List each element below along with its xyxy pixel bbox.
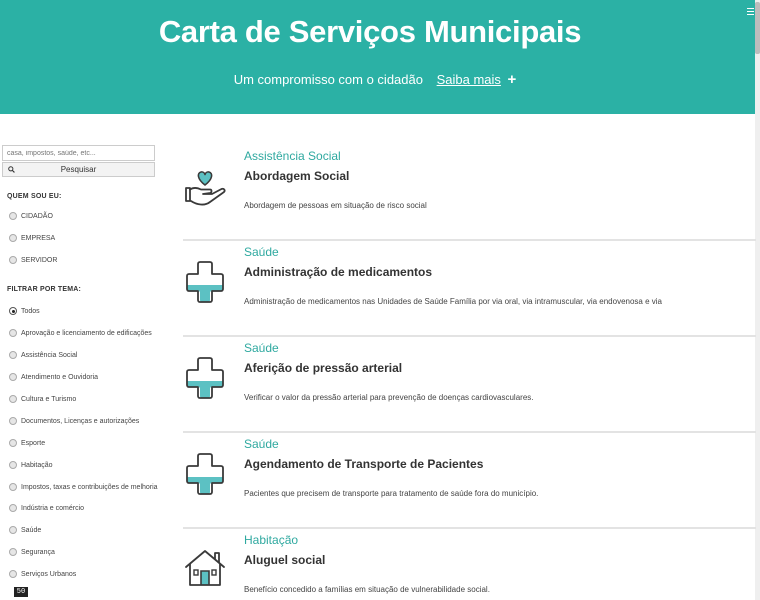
- radio-label: Documentos, Licenças e autorizações: [21, 417, 140, 425]
- health-cross-icon: [186, 453, 224, 495]
- radio-label: Atendimento e Ouvidoria: [21, 373, 99, 381]
- service-category[interactable]: Saúde: [244, 341, 279, 355]
- scrollbar-thumb[interactable]: [755, 2, 760, 54]
- radio-label: Saúde: [21, 526, 42, 534]
- house-icon: [185, 550, 225, 586]
- header-subtitle: Um compromisso com o cidadão: [233, 72, 423, 87]
- saiba-mais-link[interactable]: Saiba mais: [437, 72, 501, 87]
- radio-button[interactable]: [9, 256, 17, 264]
- search-icon: [8, 166, 15, 173]
- service-title[interactable]: Aferição de pressão arterial: [244, 361, 402, 375]
- service-description: Benefício concedido a famílias em situaç…: [244, 585, 490, 594]
- filter-option-todos[interactable]: Todos: [9, 305, 40, 317]
- filter-option-esporte[interactable]: Esporte: [9, 437, 45, 449]
- search-input[interactable]: [2, 145, 155, 161]
- radio-button[interactable]: [9, 504, 17, 512]
- radio-button[interactable]: [9, 351, 17, 359]
- filter-option-saude[interactable]: Saúde: [9, 524, 41, 536]
- radio-button[interactable]: [9, 234, 17, 242]
- who-option-empresa[interactable]: EMPRESA: [9, 232, 55, 244]
- service-description: Administração de medicamentos nas Unidad…: [244, 297, 662, 306]
- header-banner: Carta de Serviços Municipais Um compromi…: [0, 0, 760, 114]
- radio-button-selected[interactable]: [9, 307, 17, 315]
- filter-option-servicos-urbanos[interactable]: Serviços Urbanos: [9, 568, 76, 580]
- service-card[interactable]: Saúde Agendamento de Transporte de Pacie…: [183, 433, 756, 529]
- radio-button[interactable]: [9, 395, 17, 403]
- plus-icon[interactable]: +: [508, 71, 517, 88]
- filter-option-cultura[interactable]: Cultura e Turismo: [9, 393, 76, 405]
- service-description: Pacientes que precisem de transporte par…: [244, 489, 539, 498]
- radio-button[interactable]: [9, 461, 17, 469]
- filter-option-habitacao[interactable]: Habitação: [9, 459, 53, 471]
- radio-label: CIDADÃO: [21, 212, 53, 220]
- radio-label: Serviços Urbanos: [21, 570, 77, 578]
- results-counter: 50: [14, 587, 28, 597]
- who-option-cidadao[interactable]: CIDADÃO: [9, 210, 53, 222]
- radio-label: Aprovação e licenciamento de edificações: [21, 329, 152, 337]
- search-button-label: Pesquisar: [60, 165, 97, 174]
- service-description: Verificar o valor da pressão arterial pa…: [244, 393, 534, 402]
- radio-button[interactable]: [9, 439, 17, 447]
- service-category[interactable]: Saúde: [244, 245, 279, 259]
- service-category[interactable]: Habitação: [244, 533, 298, 547]
- filter-option-aprovacao[interactable]: Aprovação e licenciamento de edificações: [9, 327, 152, 339]
- radio-button[interactable]: [9, 526, 17, 534]
- search-button[interactable]: Pesquisar: [2, 162, 155, 177]
- radio-label: Cultura e Turismo: [21, 395, 77, 403]
- service-card[interactable]: Assistência Social Abordagem Social Abor…: [183, 145, 756, 241]
- radio-label: Impostos, taxas e contribuições de melho…: [21, 483, 158, 491]
- radio-button[interactable]: [9, 570, 17, 578]
- filter-option-industria[interactable]: Indústria e comércio: [9, 502, 84, 514]
- radio-label: Todos: [21, 307, 40, 315]
- radio-button[interactable]: [9, 548, 17, 556]
- radio-button[interactable]: [9, 417, 17, 425]
- radio-label: Habitação: [21, 461, 53, 469]
- health-cross-icon: [186, 261, 224, 303]
- radio-label: EMPRESA: [21, 234, 56, 242]
- service-title[interactable]: Agendamento de Transporte de Pacientes: [244, 457, 483, 471]
- service-category[interactable]: Assistência Social: [244, 149, 341, 163]
- radio-label: SERVIDOR: [21, 256, 58, 264]
- radio-button[interactable]: [9, 329, 17, 337]
- radio-label: Esporte: [21, 439, 46, 447]
- service-card[interactable]: Habitação Aluguel social Benefício conce…: [183, 529, 756, 600]
- health-cross-icon: [186, 357, 224, 399]
- radio-button[interactable]: [9, 373, 17, 381]
- service-category[interactable]: Saúde: [244, 437, 279, 451]
- menu-icon[interactable]: [747, 8, 754, 17]
- page-title: Carta de Serviços Municipais: [158, 14, 582, 49]
- service-description: Abordagem de pessoas em situação de risc…: [244, 201, 427, 210]
- hand-heart-icon: [185, 171, 226, 206]
- who-am-i-title: QUEM SOU EU:: [7, 193, 62, 200]
- radio-button[interactable]: [9, 212, 17, 220]
- service-card[interactable]: Saúde Aferição de pressão arterial Verif…: [183, 337, 756, 433]
- radio-label: Indústria e comércio: [21, 504, 85, 512]
- who-option-servidor[interactable]: SERVIDOR: [9, 254, 57, 266]
- service-title[interactable]: Abordagem Social: [244, 169, 349, 183]
- service-title[interactable]: Administração de medicamentos: [244, 265, 432, 279]
- radio-label: Assistência Social: [21, 351, 78, 359]
- filter-option-atendimento[interactable]: Atendimento e Ouvidoria: [9, 371, 98, 383]
- radio-label: Segurança: [21, 548, 55, 556]
- filter-option-documentos[interactable]: Documentos, Licenças e autorizações: [9, 415, 139, 427]
- header-subtitle-row: Um compromisso com o cidadão Saiba mais …: [0, 71, 750, 88]
- filter-option-assistencia-social[interactable]: Assistência Social: [9, 349, 77, 361]
- radio-button[interactable]: [9, 483, 17, 491]
- filter-by-theme-title: FILTRAR POR TEMA:: [7, 286, 82, 293]
- filter-option-impostos[interactable]: Impostos, taxas e contribuições de melho…: [9, 481, 158, 493]
- service-title[interactable]: Aluguel social: [244, 553, 325, 567]
- filter-option-seguranca[interactable]: Segurança: [9, 546, 55, 558]
- service-card[interactable]: Saúde Administração de medicamentos Admi…: [183, 241, 756, 337]
